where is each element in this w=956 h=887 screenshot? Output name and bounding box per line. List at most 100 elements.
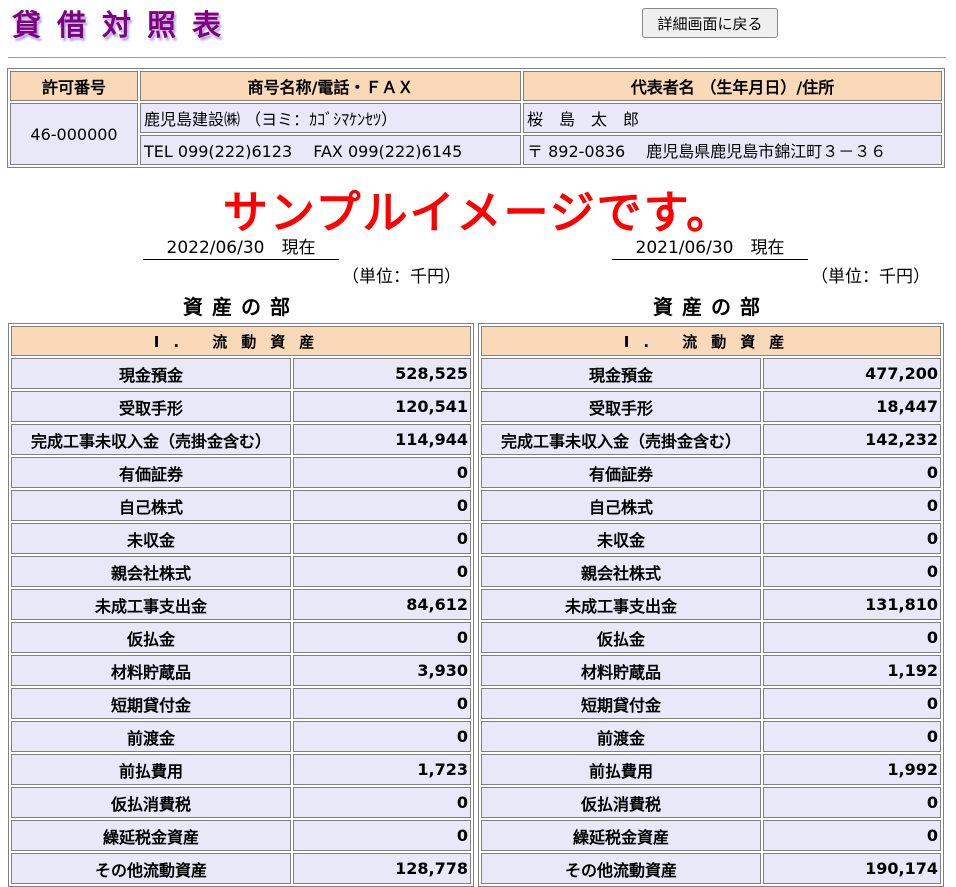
table-row: 材料貯蔵品 1,192 — [481, 655, 941, 686]
row-value: 0 — [293, 556, 471, 587]
table-row: 前渡金 0 — [481, 721, 941, 752]
row-label: その他流動資産 — [11, 853, 291, 884]
table-row: 未成工事支出金 84,612 — [11, 589, 471, 620]
table-row: 自己株式 0 — [11, 490, 471, 521]
table-row: 繰延税金資産 0 — [481, 820, 941, 851]
table-row: 短期貸付金 0 — [11, 688, 471, 719]
table-row: 繰延税金資産 0 — [11, 820, 471, 851]
row-label: 未成工事支出金 — [11, 589, 291, 620]
table-row: 仮払金 0 — [481, 622, 941, 653]
row-value: 0 — [763, 787, 941, 818]
table-row: 現金預金 477,200 — [481, 358, 941, 389]
row-label: 自己株式 — [11, 490, 291, 521]
row-label: 未成工事支出金 — [481, 589, 761, 620]
table-row: 現金預金 528,525 — [11, 358, 471, 389]
row-label: 前渡金 — [11, 721, 291, 752]
row-value: 0 — [293, 523, 471, 554]
row-value: 0 — [763, 556, 941, 587]
row-value: 84,612 — [293, 589, 471, 620]
row-label: 自己株式 — [481, 490, 761, 521]
row-label: 繰延税金資産 — [11, 820, 291, 851]
row-value: 128,778 — [293, 853, 471, 884]
row-value: 131,810 — [763, 589, 941, 620]
row-label: 受取手形 — [11, 391, 291, 422]
row-label: 受取手形 — [481, 391, 761, 422]
balance-sheet-previous: I. 流動資産 現金預金 477,200 受取手形 18,447 完成工事未収入金（売掛… — [478, 323, 944, 887]
assets-section-title-current: 資産の部 — [183, 295, 299, 319]
table-row: 自己株式 0 — [481, 490, 941, 521]
row-value: 120,541 — [293, 391, 471, 422]
row-value: 0 — [293, 721, 471, 752]
address: 〒 892-0836 鹿児島県鹿児島市錦江町３－３６ — [523, 135, 942, 165]
period-date-current: 2022/06/30 現在 — [143, 233, 339, 260]
row-label: 親会社株式 — [11, 556, 291, 587]
table-row: 完成工事未収入金（売掛金含む） 142,232 — [481, 424, 941, 455]
row-value: 0 — [763, 721, 941, 752]
row-label: 仮払金 — [11, 622, 291, 653]
table-row: 仮払消費税 0 — [11, 787, 471, 818]
row-label: 繰延税金資産 — [481, 820, 761, 851]
license-header: 許可番号 — [10, 71, 138, 101]
table-row: 仮払金 0 — [11, 622, 471, 653]
row-label: 完成工事未収入金（売掛金含む） — [481, 424, 761, 455]
row-value: 142,232 — [763, 424, 941, 455]
row-value: 0 — [763, 523, 941, 554]
row-value: 0 — [763, 622, 941, 653]
table-row: 短期貸付金 0 — [481, 688, 941, 719]
row-value: 0 — [293, 622, 471, 653]
back-to-detail-button[interactable]: 詳細画面に戻る — [642, 8, 778, 38]
row-value: 1,992 — [763, 754, 941, 785]
row-value: 1,723 — [293, 754, 471, 785]
table-row: 未収金 0 — [11, 523, 471, 554]
row-value: 18,447 — [763, 391, 941, 422]
license-number: 46-000000 — [10, 103, 138, 165]
table-row: 有価証券 0 — [11, 457, 471, 488]
row-value: 0 — [293, 490, 471, 521]
table-row: その他流動資産 128,778 — [11, 853, 471, 884]
row-label: 完成工事未収入金（売掛金含む） — [11, 424, 291, 455]
row-value: 190,174 — [763, 853, 941, 884]
representative-name: 桜 島 太 郎 — [523, 103, 942, 133]
table-row: その他流動資産 190,174 — [481, 853, 941, 884]
row-label: 前渡金 — [481, 721, 761, 752]
category-header: I. 流動資産 — [481, 326, 941, 356]
representative-header: 代表者名 （生年月日）/住所 — [523, 71, 942, 101]
table-row: 未収金 0 — [481, 523, 941, 554]
row-value: 1,192 — [763, 655, 941, 686]
row-label: 現金預金 — [11, 358, 291, 389]
table-row: 有価証券 0 — [481, 457, 941, 488]
table-row: 前払費用 1,992 — [481, 754, 941, 785]
company-name: 鹿児島建設㈱ （ヨミ：ｶｺﾞｼﾏｹﾝｾﾂ） — [140, 103, 521, 133]
table-row: 仮払消費税 0 — [481, 787, 941, 818]
row-label: 未収金 — [11, 523, 291, 554]
row-label: 仮払消費税 — [11, 787, 291, 818]
table-row: 前渡金 0 — [11, 721, 471, 752]
row-value: 0 — [293, 457, 471, 488]
table-row: 親会社株式 0 — [11, 556, 471, 587]
row-value: 0 — [763, 688, 941, 719]
table-row: 未成工事支出金 131,810 — [481, 589, 941, 620]
phone-fax: TEL 099(222)6123 FAX 099(222)6145 — [140, 135, 521, 165]
row-label: 短期貸付金 — [11, 688, 291, 719]
row-label: 親会社株式 — [481, 556, 761, 587]
table-row: 受取手形 120,541 — [11, 391, 471, 422]
row-label: 仮払金 — [481, 622, 761, 653]
table-row: 前払費用 1,723 — [11, 754, 471, 785]
row-label: 前払費用 — [11, 754, 291, 785]
row-value: 3,930 — [293, 655, 471, 686]
category-header: I. 流動資産 — [11, 326, 471, 356]
table-row: 完成工事未収入金（売掛金含む） 114,944 — [11, 424, 471, 455]
assets-section-title-previous: 資産の部 — [653, 295, 769, 319]
row-value: 528,525 — [293, 358, 471, 389]
row-value: 0 — [763, 820, 941, 851]
row-label: 材料貯蔵品 — [11, 655, 291, 686]
table-row: 材料貯蔵品 3,930 — [11, 655, 471, 686]
row-value: 0 — [293, 820, 471, 851]
row-label: 有価証券 — [481, 457, 761, 488]
table-row: 受取手形 18,447 — [481, 391, 941, 422]
row-value: 114,944 — [293, 424, 471, 455]
balance-sheet-current: I. 流動資産 現金預金 528,525 受取手形 120,541 完成工事未収入金（売… — [8, 323, 474, 887]
row-label: 短期貸付金 — [481, 688, 761, 719]
page-title: 貸借対照表 — [12, 8, 238, 42]
row-label: 現金預金 — [481, 358, 761, 389]
